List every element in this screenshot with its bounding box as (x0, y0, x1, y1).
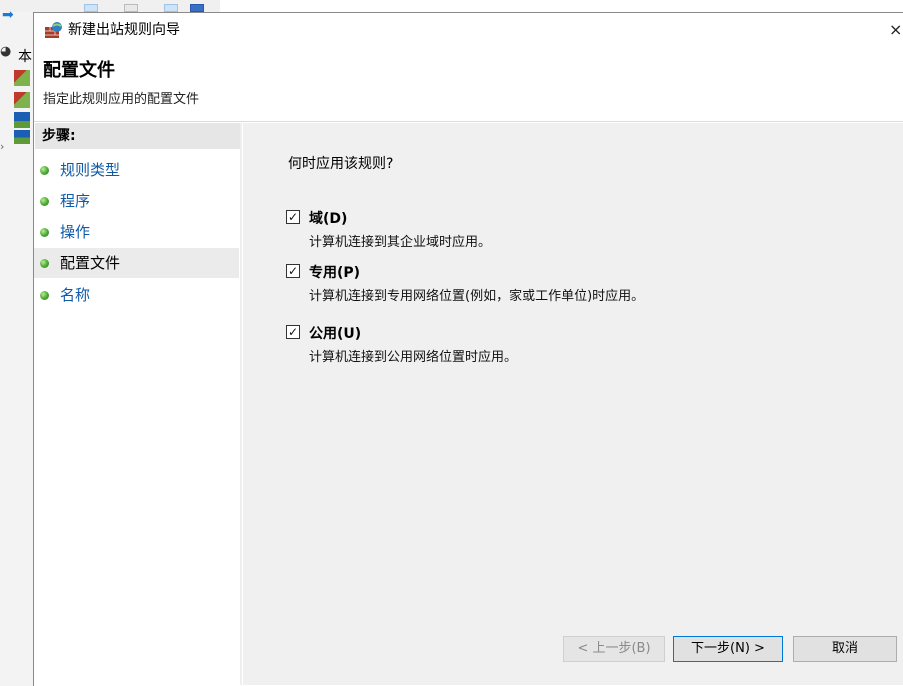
option-description: 计算机连接到公用网络位置时应用。 (309, 350, 518, 365)
green-dot-icon (40, 291, 49, 300)
private-checkbox[interactable]: ✓ (286, 264, 300, 278)
step-program[interactable]: 程序 (34, 186, 239, 216)
profile-content-panel: 何时应用该规则? ✓ 域(D) 计算机连接到其企业域时应用。 ✓ 专用(P) 计… (243, 123, 903, 685)
sidebar-divider (240, 123, 242, 685)
step-label: 规则类型 (60, 161, 121, 179)
option-label[interactable]: 专用(P) (309, 262, 360, 282)
background-toolbar-button (84, 4, 98, 12)
step-name[interactable]: 名称 (34, 280, 239, 310)
question-text: 何时应用该规则? (288, 156, 394, 172)
next-button[interactable]: 下一步(N) > (673, 636, 783, 662)
background-toolbar-button (164, 4, 178, 12)
option-description: 计算机连接到专用网络位置(例如，家或工作单位)时应用。 (309, 289, 645, 304)
background-toolbar (0, 0, 220, 12)
step-label: 名称 (60, 286, 91, 304)
background-toolbar-button (124, 4, 138, 12)
back-arrow-icon: ➡ (2, 7, 14, 23)
green-dot-icon (40, 228, 49, 237)
page-subtitle: 指定此规则应用的配置文件 (43, 92, 200, 107)
monitoring-node-icon (14, 130, 30, 144)
tree-root-icon: ◕ (0, 44, 12, 59)
domain-checkbox[interactable]: ✓ (286, 210, 300, 224)
background-toolbar-button (190, 4, 204, 12)
step-label: 操作 (60, 223, 91, 241)
cancel-button[interactable]: 取消 (793, 636, 897, 662)
firewall-rule-node-icon (14, 92, 30, 108)
option-label[interactable]: 公用(U) (309, 323, 361, 343)
new-outbound-rule-wizard: 新建出站规则向导 × 配置文件 指定此规则应用的配置文件 步骤: 规则类型 程序… (33, 12, 903, 686)
option-description: 计算机连接到其企业域时应用。 (309, 235, 492, 250)
steps-sidebar: 步骤: 规则类型 程序 操作 配置文件 名称 (34, 123, 240, 685)
back-button[interactable]: < 上一步(B) (563, 636, 665, 662)
green-dot-icon (40, 166, 49, 175)
step-rule-type[interactable]: 规则类型 (34, 155, 239, 185)
tree-root-label: 本 (18, 49, 32, 65)
firewall-rule-node-icon (14, 70, 30, 86)
tree-expand-icon: › (0, 140, 5, 153)
checkmark-icon: ✓ (287, 264, 299, 278)
step-label: 程序 (60, 192, 91, 210)
header-divider (34, 121, 903, 122)
option-label[interactable]: 域(D) (309, 208, 347, 228)
step-action[interactable]: 操作 (34, 217, 239, 247)
checkmark-icon: ✓ (287, 210, 299, 224)
steps-header: 步骤: (35, 123, 240, 149)
page-title: 配置文件 (43, 60, 115, 81)
green-dot-icon (40, 259, 49, 268)
public-checkbox[interactable]: ✓ (286, 325, 300, 339)
checkmark-icon: ✓ (287, 325, 299, 339)
title-bar: 新建出站规则向导 × (34, 13, 903, 47)
step-label: 配置文件 (60, 254, 121, 272)
network-node-icon (14, 112, 30, 128)
window-title: 新建出站规则向导 (68, 22, 180, 38)
firewall-icon (45, 22, 62, 38)
close-button[interactable]: × (889, 19, 903, 41)
green-dot-icon (40, 197, 49, 206)
step-profile-current: 配置文件 (34, 248, 239, 278)
